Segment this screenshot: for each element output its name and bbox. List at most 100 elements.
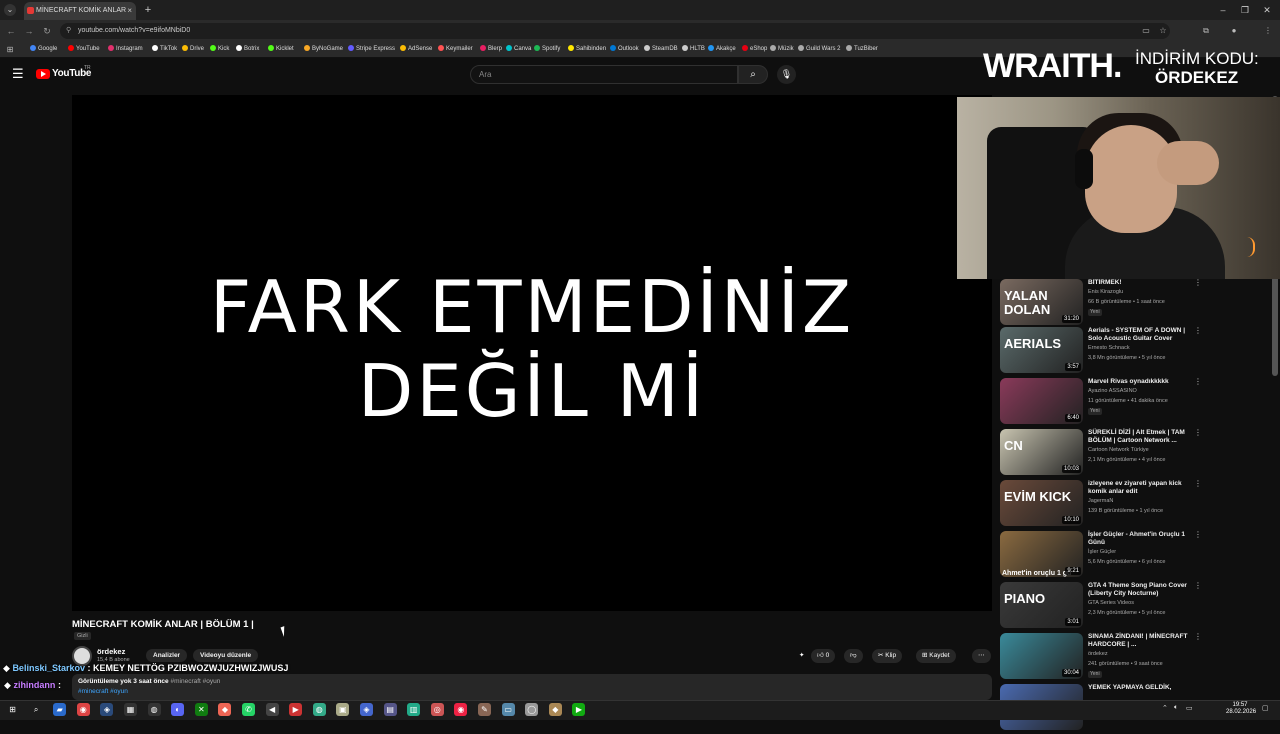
bookmark-item[interactable]: TuzBiber	[846, 44, 878, 54]
bookmark-item[interactable]: AdSense	[400, 44, 432, 54]
menu-icon[interactable]: ☰	[12, 67, 26, 81]
recommendation-item[interactable]: EVİM KICK 10:10 izleyene ev ziyareti yapan…	[1000, 480, 1206, 530]
more-options-icon[interactable]: ⋮	[1194, 327, 1202, 335]
taskbar-app-icon[interactable]: ◈	[360, 703, 373, 716]
more-options-icon[interactable]: ⋮	[1194, 531, 1202, 539]
taskbar-steam-icon[interactable]: ◈	[100, 703, 114, 716]
window-close-icon[interactable]: ✕	[1257, 2, 1277, 18]
more-options-icon[interactable]: ⋮	[1194, 378, 1202, 386]
recommendation-thumbnail[interactable]: 6:40	[1000, 378, 1083, 424]
taskbar-app-icon[interactable]: ▶	[572, 703, 586, 716]
network-icon[interactable]: ▭	[1186, 704, 1193, 712]
taskbar-xbox-icon[interactable]: ✕	[194, 703, 208, 716]
recommendation-channel[interactable]: GTA Series Videos	[1088, 600, 1134, 607]
taskbar-app-icon[interactable]: ◍	[312, 703, 326, 716]
taskbar-app-icon[interactable]: ▤	[383, 703, 397, 716]
volume-icon[interactable]: 🔈︎	[1174, 704, 1178, 712]
recommendation-thumbnail[interactable]: AERIALS 3:57	[1000, 327, 1083, 373]
like-button[interactable]: 👍︎ 0	[811, 649, 836, 663]
more-options-icon[interactable]: ⋮	[1194, 429, 1202, 437]
recommendation-title[interactable]: izleyene ev ziyareti yapan kick komik an…	[1088, 480, 1192, 496]
recommendation-thumbnail[interactable]: 30:04	[1000, 633, 1083, 679]
bookmark-item[interactable]: Outlook	[610, 44, 639, 54]
bookmark-item[interactable]: Instagram	[108, 44, 143, 54]
bookmark-item[interactable]: Google	[30, 44, 57, 54]
bookmark-item[interactable]: Keymailer	[438, 44, 473, 54]
search-input[interactable]: Ara	[470, 65, 738, 84]
video-player[interactable]: FARK ETMEDİNİZ DEĞİL Mİ	[72, 95, 992, 611]
taskbar-app-icon[interactable]: ▣	[336, 703, 350, 716]
taskbar-search-icon[interactable]: ⌕	[29, 703, 43, 716]
bookmark-item[interactable]: YouTube	[68, 44, 100, 54]
more-actions-icon[interactable]: ⋯	[972, 649, 991, 663]
dislike-button[interactable]: 👎︎	[844, 649, 863, 663]
taskbar-app-icon[interactable]: ▦	[124, 703, 137, 716]
recommendation-item[interactable]: AERIALS 3:57 Aerials - SYSTEM OF A DOWN | …	[1000, 327, 1206, 377]
recommendation-item[interactable]: YALAN DOLAN 31:20 BİTİRMEK! Enis Kirazoglu 6…	[1000, 279, 1206, 329]
search-button[interactable]: ⌕	[738, 65, 768, 84]
bookmark-item[interactable]: Kick	[210, 44, 229, 54]
tab-close-icon[interactable]: ×	[127, 2, 132, 20]
recommendation-channel[interactable]: ördekez	[1088, 651, 1108, 658]
taskbar-app-icon[interactable]: ▭	[501, 703, 515, 716]
taskbar-app-icon[interactable]: ◎	[430, 703, 444, 716]
recommendation-channel[interactable]: Enis Kirazoglu	[1088, 289, 1123, 296]
new-tab-button[interactable]: +	[141, 2, 155, 18]
reload-icon[interactable]: ↻	[40, 24, 54, 38]
more-options-icon[interactable]: ⋮	[1194, 582, 1202, 590]
minimize-icon[interactable]: –	[1213, 2, 1233, 18]
taskbar-app-icon[interactable]: ◆	[548, 703, 562, 716]
bookmark-item[interactable]: Blerp	[480, 44, 502, 54]
system-clock[interactable]: 19:57 28.02.2026	[1226, 702, 1256, 716]
bookmark-item[interactable]: Akakçe	[708, 44, 736, 54]
profile-icon[interactable]: ●	[1228, 25, 1240, 37]
taskbar-obs-icon[interactable]: ◍	[147, 703, 161, 716]
edit-video-button[interactable]: Videoyu düzenle	[193, 649, 259, 662]
bookmark-item[interactable]: Botrix	[236, 44, 259, 54]
channel-name[interactable]: ördekez	[97, 647, 125, 656]
analytics-button[interactable]: Analizler	[146, 649, 188, 662]
bookmark-item[interactable]: Sahibinden	[568, 44, 606, 54]
forward-icon[interactable]: →	[22, 24, 36, 38]
taskbar-chrome-icon[interactable]: ◉	[76, 703, 90, 716]
description-hashtags[interactable]: #minecraft #oyun	[78, 688, 128, 695]
recommendation-title[interactable]: Marvel Rivas oynadıkkkkk	[1088, 378, 1192, 386]
taskbar-app-icon[interactable]: ▥	[407, 703, 421, 716]
cast-icon[interactable]: ▭	[1140, 25, 1152, 37]
bookmark-star-icon[interactable]: ☆	[1157, 25, 1169, 37]
taskbar-file-explorer-icon[interactable]: ▰	[53, 703, 67, 716]
recommendation-item[interactable]: PIANO 3:01 GTA 4 Theme Song Piano Cover (L…	[1000, 582, 1206, 632]
more-options-icon[interactable]: ⋮	[1194, 279, 1202, 287]
clip-button[interactable]: ✂ Klip	[872, 649, 903, 663]
recommendation-title[interactable]: BİTİRMEK!	[1088, 279, 1192, 287]
bookmark-item[interactable]: ByNoGame	[304, 44, 343, 54]
notifications-icon[interactable]: ▢	[1262, 704, 1269, 712]
recommendation-channel[interactable]: İşler Güçler	[1088, 549, 1116, 556]
recommendation-thumbnail[interactable]: CN 10:03	[1000, 429, 1083, 475]
save-button[interactable]: ⊞ Kaydet	[916, 649, 956, 663]
bookmark-item[interactable]: Canva	[506, 44, 531, 54]
recommendation-channel[interactable]: JagermaN	[1088, 498, 1113, 505]
inline-hashtags[interactable]: #minecraft #oyun	[170, 678, 220, 685]
browser-menu-icon[interactable]: ⋮	[1262, 25, 1274, 37]
recommendation-channel[interactable]: Ayazino ASSASINO	[1088, 388, 1137, 395]
browser-tab[interactable]: MİNECRAFT KOMİK ANLAR ×	[24, 2, 136, 20]
apps-icon[interactable]: ⊞	[4, 44, 16, 56]
recommendation-channel[interactable]: Ernesto Schnack	[1088, 345, 1130, 352]
maximize-icon[interactable]: ❐	[1235, 2, 1255, 18]
site-info-icon[interactable]: ⚲	[66, 23, 71, 39]
recommendation-item[interactable]: CN 10:03 SÜREKLİ DİZİ | Alt Etmek | TAM BÖ…	[1000, 429, 1206, 479]
recommendation-channel[interactable]: Cartoon Network Türkiye	[1088, 447, 1149, 454]
bookmark-item[interactable]: Spotify	[534, 44, 560, 54]
tab-search-icon[interactable]: ⌄	[4, 4, 16, 16]
recommendation-item[interactable]: 30:04 SINAMA ZİNDANI! | MİNECRAFT HARDCOR…	[1000, 633, 1206, 683]
tray-chevron-icon[interactable]: ⌃	[1162, 704, 1168, 712]
recommendation-thumbnail[interactable]: EVİM KICK 10:10	[1000, 480, 1083, 526]
promote-icon[interactable]: ✦	[793, 649, 810, 663]
recommendation-item[interactable]: 6:40 Marvel Rivas oynadıkkkkk Ayazino ASSA…	[1000, 378, 1206, 428]
voice-search-button[interactable]: 🎙	[777, 65, 796, 84]
bookmark-item[interactable]: Guild Wars 2	[798, 44, 840, 54]
taskbar-start-icon[interactable]: ⊞	[6, 703, 19, 716]
bookmark-item[interactable]: Kicklet	[268, 44, 294, 54]
taskbar-app-icon[interactable]: ▶	[289, 703, 303, 716]
